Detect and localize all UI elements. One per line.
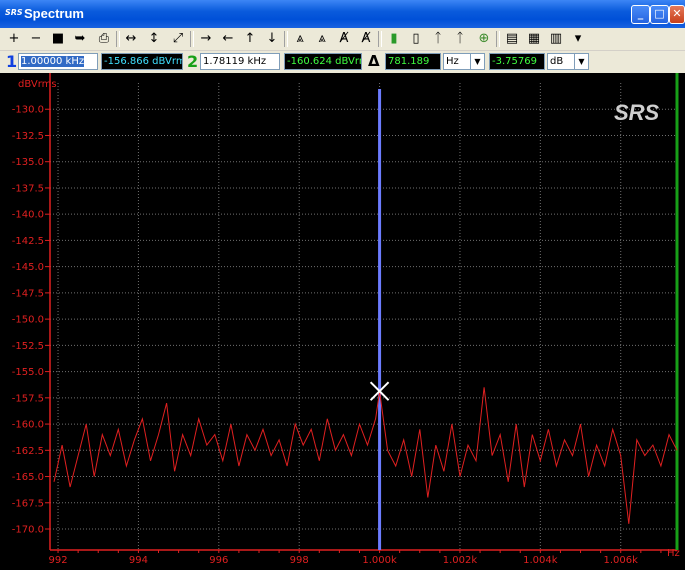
x-tick-label: 1.004k — [523, 555, 558, 566]
y-tick-label: -162.5 — [12, 446, 44, 457]
cursor2-frequency-field[interactable]: 1.78119 kHz — [200, 53, 280, 70]
x-tick-label: 1.006k — [604, 555, 639, 566]
next-harmonic-icon[interactable]: Ⱥ — [356, 30, 376, 48]
delta-level-readout: -3.75769 — [489, 53, 545, 70]
table-icon[interactable]: ▦ — [524, 30, 544, 48]
y-tick-label: -160.0 — [12, 420, 44, 431]
y-tick-label: -135.0 — [12, 157, 44, 168]
cursor1-frequency-field[interactable]: 1.00000 kHz — [18, 53, 98, 70]
y-tick-label: -165.0 — [12, 472, 44, 483]
minus-icon[interactable]: − — [26, 30, 46, 48]
delta-frequency-unit-select[interactable]: Hz — [443, 53, 471, 70]
spectrum-chart[interactable]: -130.0 -132.5 -135.0 -137.5 -140.0 -142.5 -145… — [0, 73, 685, 570]
y-tick-label: -170.0 — [12, 525, 44, 536]
harmonic-icon[interactable]: Ⱥ — [334, 30, 354, 48]
chevron-down-icon[interactable]: ▼ — [574, 53, 589, 70]
calculator-icon[interactable]: ▥ — [546, 30, 566, 48]
y-tick-label: -167.5 — [12, 498, 44, 509]
x-tick-label: 1.000k — [362, 555, 397, 566]
export-icon[interactable]: ➥ — [70, 30, 90, 48]
cursor2-level-readout: -160.624 dBVrms — [284, 53, 362, 70]
y-axis-label: dBVrms — [18, 79, 57, 90]
bar-scale-icon[interactable]: ▯ — [406, 30, 426, 48]
window-title: Spectrum — [24, 6, 84, 21]
print-icon[interactable]: ⎙ — [94, 30, 114, 48]
y-tick-label: -157.5 — [12, 393, 44, 404]
app-icon: SRS — [5, 8, 23, 17]
y-tick-label: -147.5 — [12, 288, 44, 299]
fit-all-icon[interactable]: ⤢ — [168, 30, 188, 48]
y-tick-label: -142.5 — [12, 236, 44, 247]
delta-level-unit-select[interactable]: dB — [547, 53, 575, 70]
marker-b-icon[interactable]: ᛏ — [450, 30, 470, 48]
toolbar: + − ■ ➥ ⎙ ↔ ↕ ⤢ → ← ↑ ↓ ⩓ ⩓ Ⱥ Ⱥ ▮ ▯ ᛏ ᛏ ⊕ ▤ ▦ ▥ ▾ — [0, 28, 685, 51]
cursor1-label: 1 — [6, 52, 18, 71]
toolbar-separator — [116, 31, 120, 47]
x-tick-label: 992 — [48, 555, 67, 566]
target-icon[interactable]: ⊕ — [474, 30, 494, 48]
arrow-left-icon[interactable]: ← — [218, 30, 238, 48]
x-tick-label: 1.002k — [443, 555, 478, 566]
y-tick-label: -140.0 — [12, 210, 44, 221]
next-peak-icon[interactable]: ⩓ — [312, 30, 332, 48]
x-tick-label: 998 — [290, 555, 309, 566]
arrow-right-icon[interactable]: → — [196, 30, 216, 48]
y-tick-label: -152.5 — [12, 341, 44, 352]
spectrum-plot[interactable]: -130.0 -132.5 -135.0 -137.5 -140.0 -142.5 -145… — [0, 73, 685, 570]
minimize-button[interactable]: _ — [631, 5, 650, 24]
toolbar-separator — [284, 31, 288, 47]
delta-symbol: Δ — [368, 52, 380, 70]
save-icon[interactable]: ■ — [48, 30, 68, 48]
marker-a-icon[interactable]: ᛏ — [428, 30, 448, 48]
fit-y-icon[interactable]: ↕ — [144, 30, 164, 48]
page-icon[interactable]: ▤ — [502, 30, 522, 48]
cursor1-level-readout: -156.866 dBVrms — [101, 53, 183, 70]
dropdown-icon[interactable]: ▾ — [568, 30, 588, 48]
toolbar-separator — [378, 31, 382, 47]
cursor2-label: 2 — [187, 52, 199, 71]
delta-frequency-readout: 781.189 — [385, 53, 441, 70]
peak-icon[interactable]: ⩓ — [290, 30, 310, 48]
plus-icon[interactable]: + — [4, 30, 24, 48]
x-tick-label: 996 — [209, 555, 228, 566]
x-tick-label: 994 — [129, 555, 148, 566]
spectrum-trace — [53, 387, 678, 524]
y-tick-label: -132.5 — [12, 131, 44, 142]
chevron-down-icon[interactable]: ▼ — [470, 53, 485, 70]
maximize-button[interactable]: □ — [650, 5, 669, 24]
y-tick-label: -155.0 — [12, 367, 44, 378]
title-bar: SRS Spectrum _ □ ✕ — [0, 0, 685, 28]
toolbar-separator — [496, 31, 500, 47]
bar-icon[interactable]: ▮ — [384, 30, 404, 48]
toolbar-separator — [190, 31, 194, 47]
y-tick-label: -130.0 — [12, 105, 44, 116]
arrow-up-icon[interactable]: ↑ — [240, 30, 260, 48]
y-tick-label: -145.0 — [12, 262, 44, 273]
close-button[interactable]: ✕ — [669, 5, 685, 24]
y-tick-label: -137.5 — [12, 183, 44, 194]
fit-x-icon[interactable]: ↔ — [121, 30, 141, 48]
cursor-readout-bar: 1 1.00000 kHz -156.866 dBVrms 2 1.78119 … — [0, 51, 685, 73]
srs-watermark: SRS — [614, 100, 660, 125]
y-tick-label: -150.0 — [12, 315, 44, 326]
arrow-down-icon[interactable]: ↓ — [262, 30, 282, 48]
